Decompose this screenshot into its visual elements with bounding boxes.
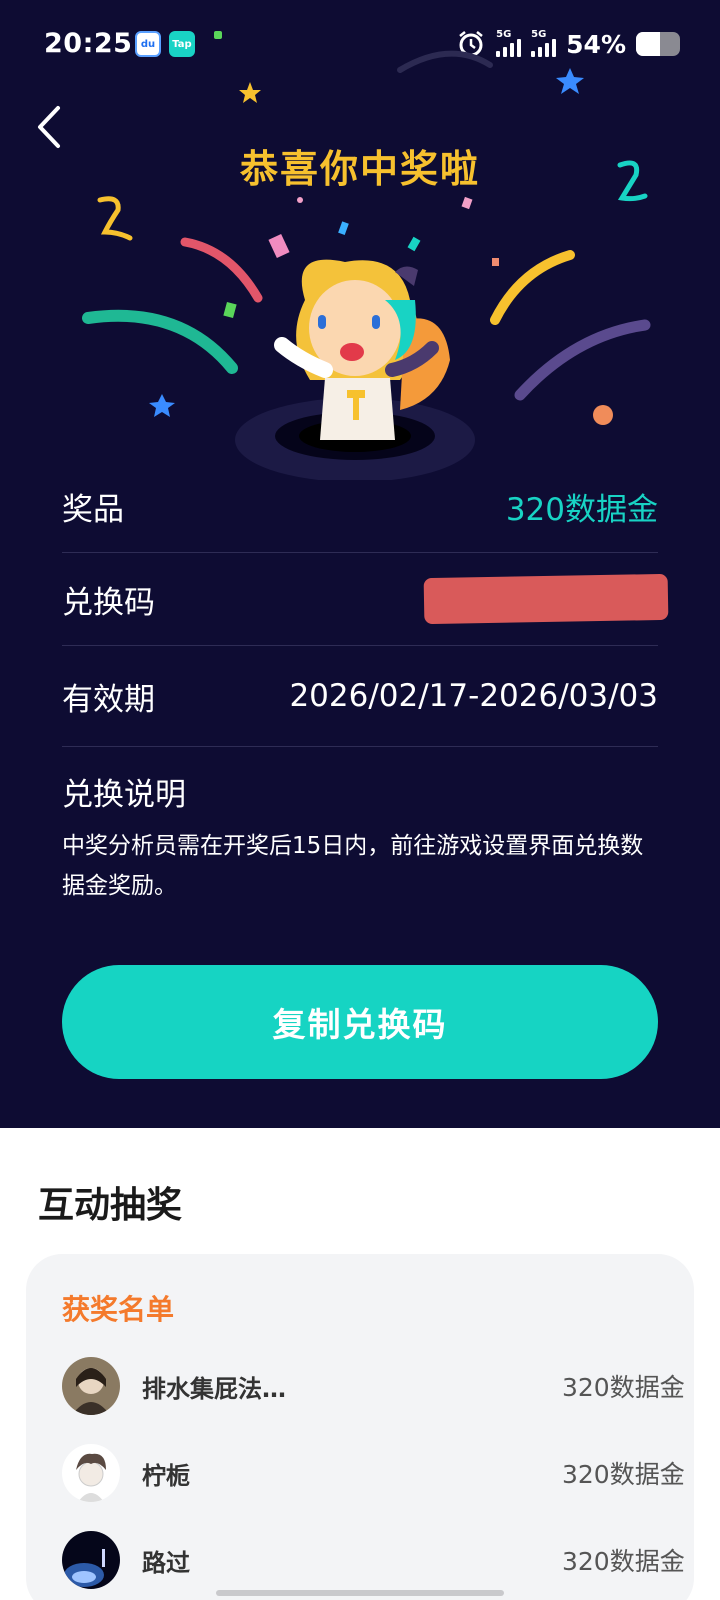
avatar [62, 1357, 120, 1415]
redeem-instructions-text: 中奖分析员需在开奖后15日内，前往游戏设置界面兑换数据金奖励。 [62, 833, 644, 899]
winners-list-card: 获奖名单 排水集屁法… 320数据金 柠栀 320数据金 路过 320数据金 [26, 1254, 694, 1600]
validity-row: 有效期 2026/02/17-2026/03/03 [62, 646, 658, 747]
redeem-code-redacted [423, 573, 669, 625]
prize-row: 奖品 320数据金 [62, 460, 658, 553]
redeem-instructions-title: 兑换说明 [62, 777, 186, 813]
avatar [62, 1531, 120, 1589]
code-label: 兑换码 [62, 584, 155, 621]
winner-name: 路过 [142, 1548, 190, 1577]
winner-row[interactable]: 柠栀 320数据金 [62, 1443, 694, 1503]
home-indicator[interactable] [216, 1590, 504, 1596]
winner-prize: 320数据金 [562, 1460, 685, 1489]
winner-row[interactable]: 路过 320数据金 [62, 1530, 694, 1590]
prize-details: 奖品 320数据金 兑换码 有效期 2026/02/17-2026/03/03 … [62, 460, 669, 906]
validity-label: 有效期 [62, 681, 155, 718]
winner-prize: 320数据金 [562, 1547, 685, 1576]
winner-row[interactable]: 排水集屁法… 320数据金 [62, 1356, 694, 1416]
prize-label: 奖品 [62, 491, 124, 528]
prize-panel: 20:25 du Tap 5G 5G 54% 恭喜你中奖啦 奖品 320数据金 … [0, 0, 720, 1128]
validity-value: 2026/02/17-2026/03/03 [289, 678, 658, 714]
avatar [62, 1444, 120, 1502]
winner-prize: 320数据金 [562, 1373, 685, 1402]
lottery-section-title: 互动抽奖 [38, 1185, 183, 1226]
prize-value: 320数据金 [505, 491, 658, 528]
copy-code-button[interactable]: 复制兑换码 [62, 965, 658, 1079]
winner-name: 柠栀 [142, 1461, 190, 1490]
code-row: 兑换码 [62, 553, 669, 646]
confetti-illustration [82, 50, 651, 480]
winners-title: 获奖名单 [62, 1293, 175, 1326]
winner-name: 排水集屁法… [142, 1374, 286, 1403]
congrats-title: 恭喜你中奖啦 [239, 147, 480, 191]
